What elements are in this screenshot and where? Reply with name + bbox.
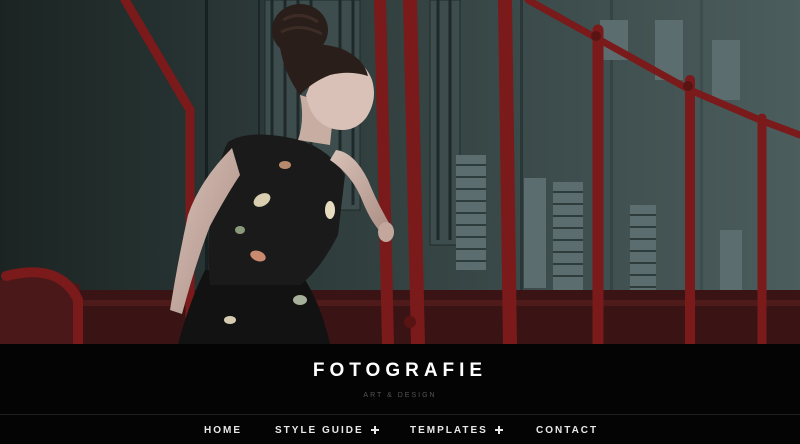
nav-item-label: STYLE GUIDE: [275, 425, 364, 436]
plus-icon[interactable]: [494, 426, 503, 434]
hero-photo-illustration: [0, 0, 800, 344]
nav-item-templates[interactable]: TEMPLATES: [410, 425, 503, 436]
nav-item-label: TEMPLATES: [410, 425, 488, 436]
hero-image: [0, 0, 800, 344]
nav-item-home[interactable]: HOME: [204, 425, 242, 436]
main-navigation: HOME STYLE GUIDE TEMPLATES CONTACT: [0, 415, 800, 444]
nav-item-style-guide[interactable]: STYLE GUIDE: [275, 425, 379, 436]
nav-item-label: HOME: [204, 425, 242, 436]
site-tagline: ART & DESIGN: [363, 392, 437, 399]
site-title-link[interactable]: FOTOGRAFIE: [0, 360, 800, 382]
nav-item-label: CONTACT: [536, 425, 599, 436]
plus-icon[interactable]: [370, 426, 379, 434]
nav-item-contact[interactable]: CONTACT: [536, 425, 598, 436]
site-header: FOTOGRAFIE ART & DESIGN: [0, 344, 800, 414]
page: FOTOGRAFIE ART & DESIGN HOME STYLE GUIDE…: [0, 0, 800, 444]
